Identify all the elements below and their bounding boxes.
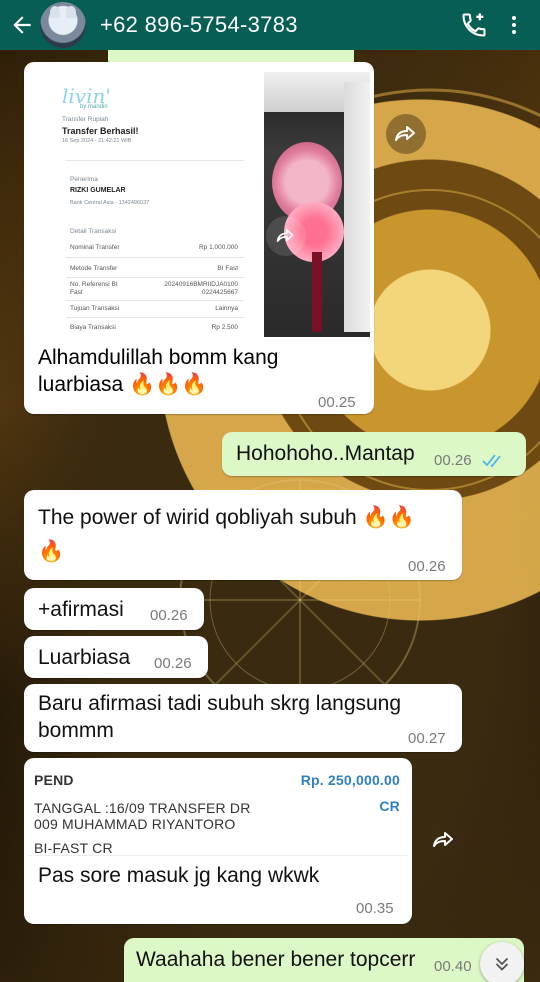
message-text: Hohohoho..Mantap [236,442,415,465]
chat-header: +62 896-5754-3783 [0,0,540,50]
message-text: Alhamdulillah bomm kang luarbiasa 🔥🔥🔥 [38,346,279,396]
bank-notice-image[interactable]: PEND Rp. 250,000.00 TANGGAL :16/09 TRANS… [28,762,408,856]
message-bubble-incoming[interactable]: +afirmasi 00.26 [24,588,204,630]
message-text: Luarbiasa [38,646,131,669]
back-button[interactable] [4,0,40,50]
fire-emoji-icon: 🔥 [388,506,415,529]
message-time: 00.26 [408,558,446,575]
forward-icon [395,126,415,141]
receipt-image[interactable]: livin' by mandiri Transfer Rupiah Transf… [28,72,264,337]
contact-title[interactable]: +62 896-5754-3783 [100,12,298,38]
message-time: 00.27 [408,730,446,747]
double-check-icon [482,454,501,468]
message-time: 00.35 [356,900,394,917]
add-call-icon [462,13,486,37]
message-text: Waahaha bener bener topcerr [136,948,416,971]
message-text: The power of wirid qobliyah subuh 🔥🔥 [38,506,415,529]
message-text: +afirmasi [38,598,124,621]
avatar[interactable] [40,2,86,48]
fire-emoji-icon: 🔥 [362,506,389,529]
forward-button[interactable] [386,114,426,154]
forward-icon [276,229,294,242]
message-time: 00.26 [154,655,192,672]
fire-emoji-icon: 🔥 [129,373,156,396]
forward-button-image[interactable] [266,216,306,256]
fire-emoji-icon: 🔥 [38,540,65,563]
message-bubble-bank-notice[interactable]: PEND Rp. 250,000.00 TANGGAL :16/09 TRANS… [24,758,412,924]
message-bubble-outgoing[interactable]: Hohohoho..Mantap 00.26 [222,432,526,476]
message-text: Baru afirmasi tadi subuh skrg langsung b… [38,692,402,742]
message-time: 00.26 [434,452,472,469]
message-bubble-incoming[interactable]: Luarbiasa 00.26 [24,636,208,678]
bouquet-photo[interactable] [264,72,370,337]
chevron-double-down-icon [495,957,509,971]
add-call-button[interactable] [454,0,494,50]
bank-status: PEND [34,772,74,788]
message-text: Pas sore masuk jg kang wkwk [38,864,320,887]
message-time: 00.25 [318,394,356,411]
forward-icon [433,832,453,847]
bank-amount: Rp. 250,000.00 [300,772,400,788]
more-options-button[interactable] [494,0,534,50]
fire-emoji-icon: 🔥 [155,373,182,396]
message-bubble-incoming[interactable]: The power of wirid qobliyah subuh 🔥🔥 🔥 0… [24,490,462,580]
message-bubble-incoming[interactable]: Baru afirmasi tadi subuh skrg langsung b… [24,684,462,752]
more-vert-icon [512,16,516,34]
scroll-to-bottom-button[interactable] [480,942,524,982]
message-time: 00.40 [434,958,472,975]
fire-emoji-icon: 🔥 [181,373,208,396]
message-time: 00.26 [150,607,188,624]
arrow-left-icon [13,16,31,34]
forward-button[interactable] [424,820,464,860]
message-bubble-outgoing[interactable]: Waahaha bener bener topcerr 00.40 [124,938,524,982]
